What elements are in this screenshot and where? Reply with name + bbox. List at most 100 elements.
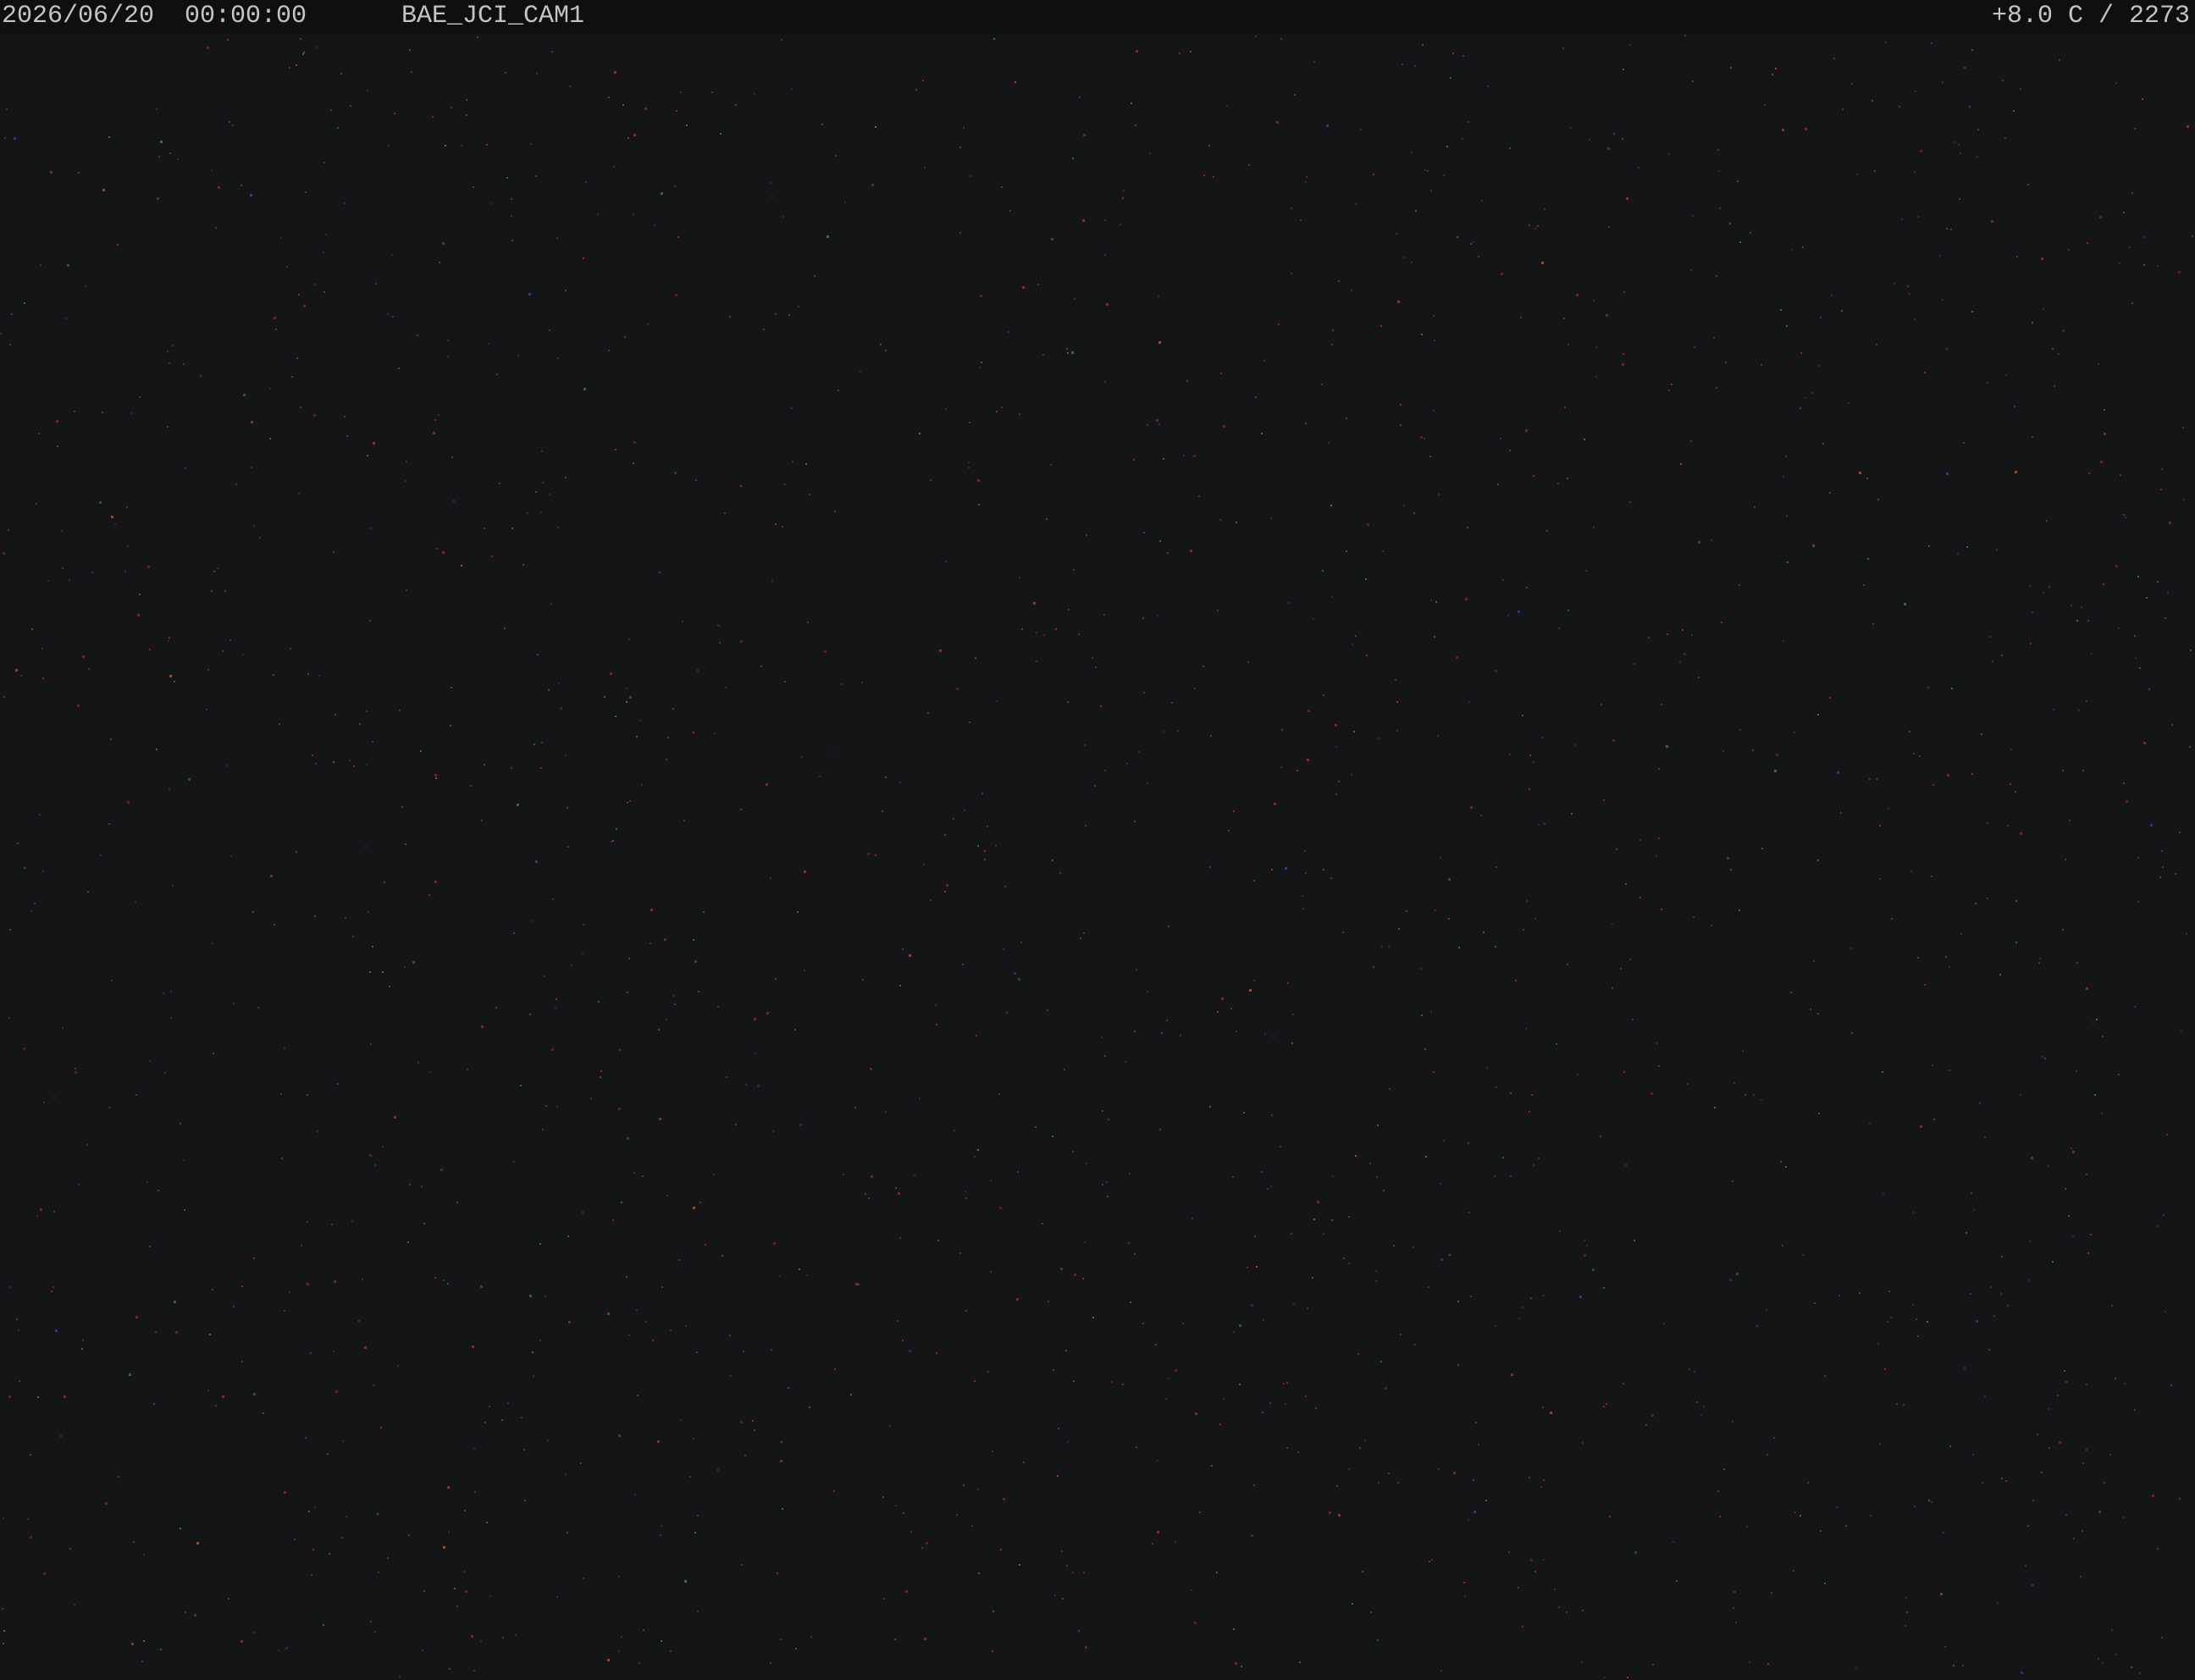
noise-speck bbox=[770, 1662, 771, 1664]
noise-speck bbox=[366, 764, 368, 765]
noise-speck bbox=[1944, 1646, 1946, 1648]
noise-speck bbox=[1475, 1422, 1477, 1423]
noise-speck bbox=[346, 435, 348, 437]
noise-speck bbox=[1592, 1268, 1595, 1271]
noise-speck bbox=[1462, 55, 1464, 57]
noise-speck bbox=[127, 545, 129, 547]
noise-speck bbox=[2037, 1434, 2038, 1435]
noise-speck bbox=[1199, 1511, 1201, 1513]
noise-speck bbox=[981, 793, 983, 794]
noise-speck bbox=[885, 1111, 887, 1113]
noise-speck bbox=[64, 1395, 66, 1398]
noise-speck bbox=[1190, 51, 1191, 52]
noise-speck bbox=[1577, 1074, 1579, 1075]
noise-speck bbox=[1389, 1088, 1391, 1090]
noise-speck bbox=[600, 1076, 601, 1078]
noise-speck bbox=[2137, 901, 2139, 903]
noise-speck bbox=[1494, 1175, 1496, 1177]
noise-speck bbox=[547, 1440, 549, 1441]
noise-speck bbox=[517, 804, 519, 806]
noise-speck bbox=[69, 579, 70, 581]
noise-speck bbox=[47, 580, 49, 582]
noise-speck bbox=[75, 1068, 76, 1069]
noise-speck bbox=[1305, 181, 1307, 183]
noise-speck bbox=[1679, 661, 1681, 663]
noise-speck bbox=[1584, 1240, 1585, 1241]
noise-speck bbox=[369, 620, 371, 622]
noise-speck bbox=[1567, 344, 1569, 345]
noise-speck bbox=[1381, 946, 1383, 948]
noise-speck bbox=[2072, 1235, 2074, 1237]
noise-speck bbox=[1251, 1534, 1253, 1537]
noise-speck bbox=[1791, 249, 1793, 251]
noise-speck bbox=[1495, 670, 1497, 672]
noise-speck bbox=[1564, 406, 1566, 408]
noise-speck bbox=[745, 1084, 747, 1086]
noise-speck bbox=[1278, 323, 1280, 325]
noise-speck bbox=[1440, 857, 1441, 859]
osd-overlay-bar: 2026/06/20 00:00:00 BAE_JCI_CAM1 +8.0 C … bbox=[0, 0, 2195, 34]
noise-speck bbox=[539, 1340, 541, 1341]
noise-speck bbox=[661, 1286, 663, 1288]
noise-speck bbox=[1020, 942, 1022, 943]
noise-speck bbox=[1571, 813, 1573, 815]
noise-speck bbox=[1396, 233, 1397, 235]
noise-speck bbox=[780, 1639, 782, 1640]
noise-speck bbox=[175, 1331, 178, 1334]
noise-speck bbox=[2032, 611, 2033, 613]
noise-speck bbox=[1219, 1423, 1221, 1425]
noise-speck bbox=[530, 920, 532, 922]
noise-speck bbox=[1495, 1325, 1496, 1327]
noise-speck bbox=[969, 721, 970, 723]
noise-speck bbox=[370, 1043, 372, 1045]
noise-speck bbox=[1785, 456, 1787, 457]
noise-speck bbox=[661, 1525, 662, 1527]
noise-speck bbox=[612, 840, 614, 842]
noise-speck bbox=[2013, 110, 2015, 112]
noise-speck bbox=[2041, 1472, 2043, 1473]
noise-speck bbox=[1415, 210, 1417, 212]
noise-speck bbox=[207, 47, 209, 49]
noise-speck bbox=[1716, 275, 1717, 277]
noise-speck bbox=[382, 1146, 384, 1147]
noise-speck bbox=[352, 936, 354, 937]
noise-speck bbox=[2152, 1495, 2154, 1497]
noise-speck bbox=[1593, 527, 1595, 528]
noise-speck bbox=[1733, 1591, 1735, 1593]
noise-speck bbox=[1421, 334, 1423, 335]
noise-speck bbox=[1971, 311, 1973, 312]
noise-speck bbox=[2073, 1538, 2075, 1539]
noise-speck bbox=[2124, 1383, 2126, 1384]
noise-speck bbox=[1326, 124, 1329, 127]
noise-speck bbox=[1975, 903, 1977, 904]
noise-speck bbox=[307, 1221, 308, 1223]
noise-speck bbox=[977, 1149, 979, 1151]
noise-speck bbox=[169, 788, 170, 790]
noise-speck bbox=[330, 109, 332, 111]
noise-speck bbox=[436, 548, 438, 550]
noise-speck bbox=[1332, 1175, 1334, 1177]
noise-speck bbox=[1953, 1665, 1954, 1666]
noise-speck bbox=[1220, 373, 1222, 374]
noise-speck bbox=[2134, 1006, 2136, 1008]
noise-speck bbox=[1887, 1321, 1888, 1323]
noise-speck bbox=[170, 1017, 172, 1019]
noise-speck bbox=[897, 1320, 898, 1322]
noise-speck bbox=[1502, 579, 1504, 581]
noise-speck bbox=[2087, 1252, 2089, 1254]
noise-speck bbox=[1518, 611, 1520, 613]
noise-speck bbox=[2119, 262, 2120, 264]
noise-speck bbox=[174, 681, 175, 682]
noise-speck bbox=[1315, 1407, 1317, 1409]
noise-speck bbox=[484, 528, 485, 529]
noise-speck bbox=[1435, 601, 1437, 603]
noise-speck bbox=[1131, 102, 1132, 104]
noise-speck bbox=[1086, 534, 1087, 536]
noise-speck bbox=[788, 1387, 789, 1389]
noise-speck bbox=[1802, 246, 1804, 248]
noise-speck bbox=[1932, 1064, 1933, 1066]
noise-speck bbox=[1203, 174, 1205, 176]
noise-speck bbox=[1440, 1258, 1443, 1261]
noise-speck bbox=[2057, 1395, 2059, 1396]
noise-speck bbox=[229, 639, 231, 641]
